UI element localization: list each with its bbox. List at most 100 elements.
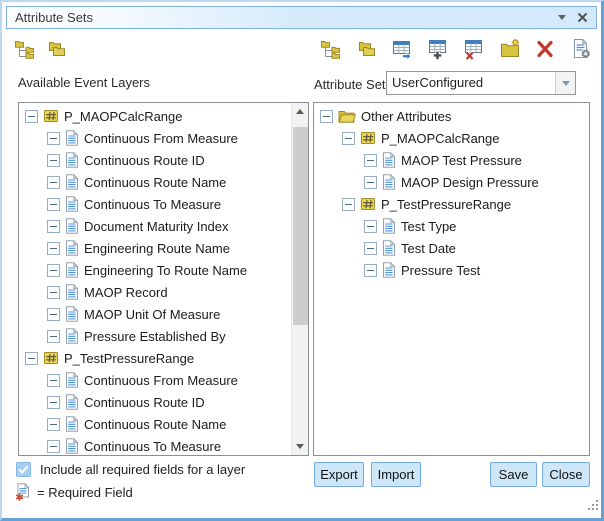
tree-item[interactable]: Pressure Established By [19,325,291,347]
collapse-toggle[interactable] [47,132,60,145]
tree-item[interactable]: Continuous Route ID [19,149,291,171]
collapse-toggle[interactable] [47,220,60,233]
tree-item[interactable]: Pressure Test [314,259,589,281]
page-gear-tool-button[interactable] [570,38,592,60]
collapse-toggle[interactable] [47,154,60,167]
table-delete-icon [463,38,485,60]
collapse-toggle[interactable] [364,220,377,233]
available-layers-tree: P_MAOPCalcRange Continuous From Measure … [19,103,291,455]
tree-item[interactable]: Engineering Route Name [19,237,291,259]
tree-item-label: Test Type [401,219,456,234]
folders-icon [46,38,68,60]
tree-item-label: P_TestPressureRange [381,197,511,212]
collapse-toggle[interactable] [47,440,60,453]
tree-item[interactable]: Continuous Route ID [19,391,291,413]
titlebar[interactable]: Attribute Sets [6,6,597,29]
import-button[interactable]: Import [371,462,421,487]
tree-layers-tool-button[interactable] [320,38,342,60]
collapse-toggle[interactable] [364,176,377,189]
tree-item-label: P_MAOPCalcRange [64,109,183,124]
include-required-fields-checkbox[interactable] [16,462,31,477]
tree-item[interactable]: MAOP Unit Of Measure [19,303,291,325]
field-icon [65,262,79,278]
tree-item[interactable]: P_TestPressureRange [314,193,589,215]
field-icon [382,152,396,168]
table-export-tool-button[interactable] [391,38,413,60]
close-icon[interactable] [577,12,588,23]
folder-new-tool-button[interactable] [499,38,521,60]
attribute-set-combobox[interactable]: UserConfigured [386,71,576,95]
collapse-toggle[interactable] [47,264,60,277]
tree-item-label: MAOP Unit Of Measure [84,307,220,322]
tree-item[interactable]: Test Type [314,215,589,237]
collapse-toggle[interactable] [47,286,60,299]
event-layer-icon [43,350,59,366]
collapse-toggle[interactable] [47,396,60,409]
folders-tool-button[interactable] [356,38,378,60]
combobox-dropdown-button[interactable] [555,72,575,94]
vertical-scrollbar[interactable] [291,103,308,455]
tree-item-label: Continuous Route Name [84,417,226,432]
collapse-toggle[interactable] [25,352,38,365]
collapse-toggle[interactable] [364,154,377,167]
field-icon [65,130,79,146]
collapse-toggle[interactable] [342,132,355,145]
tree-item[interactable]: Continuous To Measure [19,435,291,455]
tree-item-label: Pressure Test [401,263,480,278]
collapse-toggle[interactable] [47,198,60,211]
dropdown-arrow-icon[interactable] [558,15,566,20]
tree-item[interactable]: P_MAOPCalcRange [314,127,589,149]
save-button[interactable]: Save [490,462,537,487]
tree-item-label: Continuous From Measure [84,373,238,388]
tree-item[interactable]: MAOP Record [19,281,291,303]
tree-item[interactable]: Continuous Route Name [19,413,291,435]
tree-item[interactable]: Continuous To Measure [19,193,291,215]
table-add-tool-button[interactable] [427,38,449,60]
collapse-toggle[interactable] [25,110,38,123]
tree-item-label: MAOP Test Pressure [401,153,522,168]
scroll-down-button[interactable] [292,438,308,455]
tree-item-label: Test Date [401,241,456,256]
collapse-toggle[interactable] [364,264,377,277]
tree-item[interactable]: MAOP Test Pressure [314,149,589,171]
collapse-toggle[interactable] [47,374,60,387]
table-delete-tool-button[interactable] [463,38,485,60]
tree-item-label: Continuous Route ID [84,153,205,168]
tree-item[interactable]: P_MAOPCalcRange [19,105,291,127]
tree-item[interactable]: Engineering To Route Name [19,259,291,281]
export-button[interactable]: Export [314,462,364,487]
field-icon [65,328,79,344]
close-button[interactable]: Close [542,462,590,487]
tree-item[interactable]: Test Date [314,237,589,259]
tree-item[interactable]: Continuous From Measure [19,127,291,149]
tree-layers-tool-button[interactable] [14,38,36,60]
collapse-toggle[interactable] [320,110,333,123]
tree-item[interactable]: P_TestPressureRange [19,347,291,369]
field-icon [65,438,79,454]
collapse-toggle[interactable] [47,242,60,255]
collapse-toggle[interactable] [342,198,355,211]
tree-item[interactable]: MAOP Design Pressure [314,171,589,193]
field-icon [65,284,79,300]
page-gear-icon [570,38,592,60]
scroll-up-button[interactable] [292,103,308,120]
collapse-toggle[interactable] [47,418,60,431]
resize-grip[interactable] [588,497,598,515]
collapse-toggle[interactable] [47,176,60,189]
collapse-toggle[interactable] [364,242,377,255]
tree-item[interactable]: Document Maturity Index [19,215,291,237]
collapse-toggle[interactable] [47,330,60,343]
folder-open-icon [338,109,356,124]
field-icon [65,394,79,410]
folders-tool-button[interactable] [46,38,68,60]
scrollbar-thumb[interactable] [293,127,308,325]
attribute-set-label: Attribute Set: [314,77,389,92]
tree-item[interactable]: Continuous From Measure [19,369,291,391]
tree-item[interactable]: Other Attributes [314,105,589,127]
collapse-toggle[interactable] [47,308,60,321]
tree-item-label: P_TestPressureRange [64,351,194,366]
delete-tool-button[interactable] [534,38,556,60]
table-export-icon [391,38,413,60]
tree-item[interactable]: Continuous Route Name [19,171,291,193]
event-layer-icon [360,130,376,146]
